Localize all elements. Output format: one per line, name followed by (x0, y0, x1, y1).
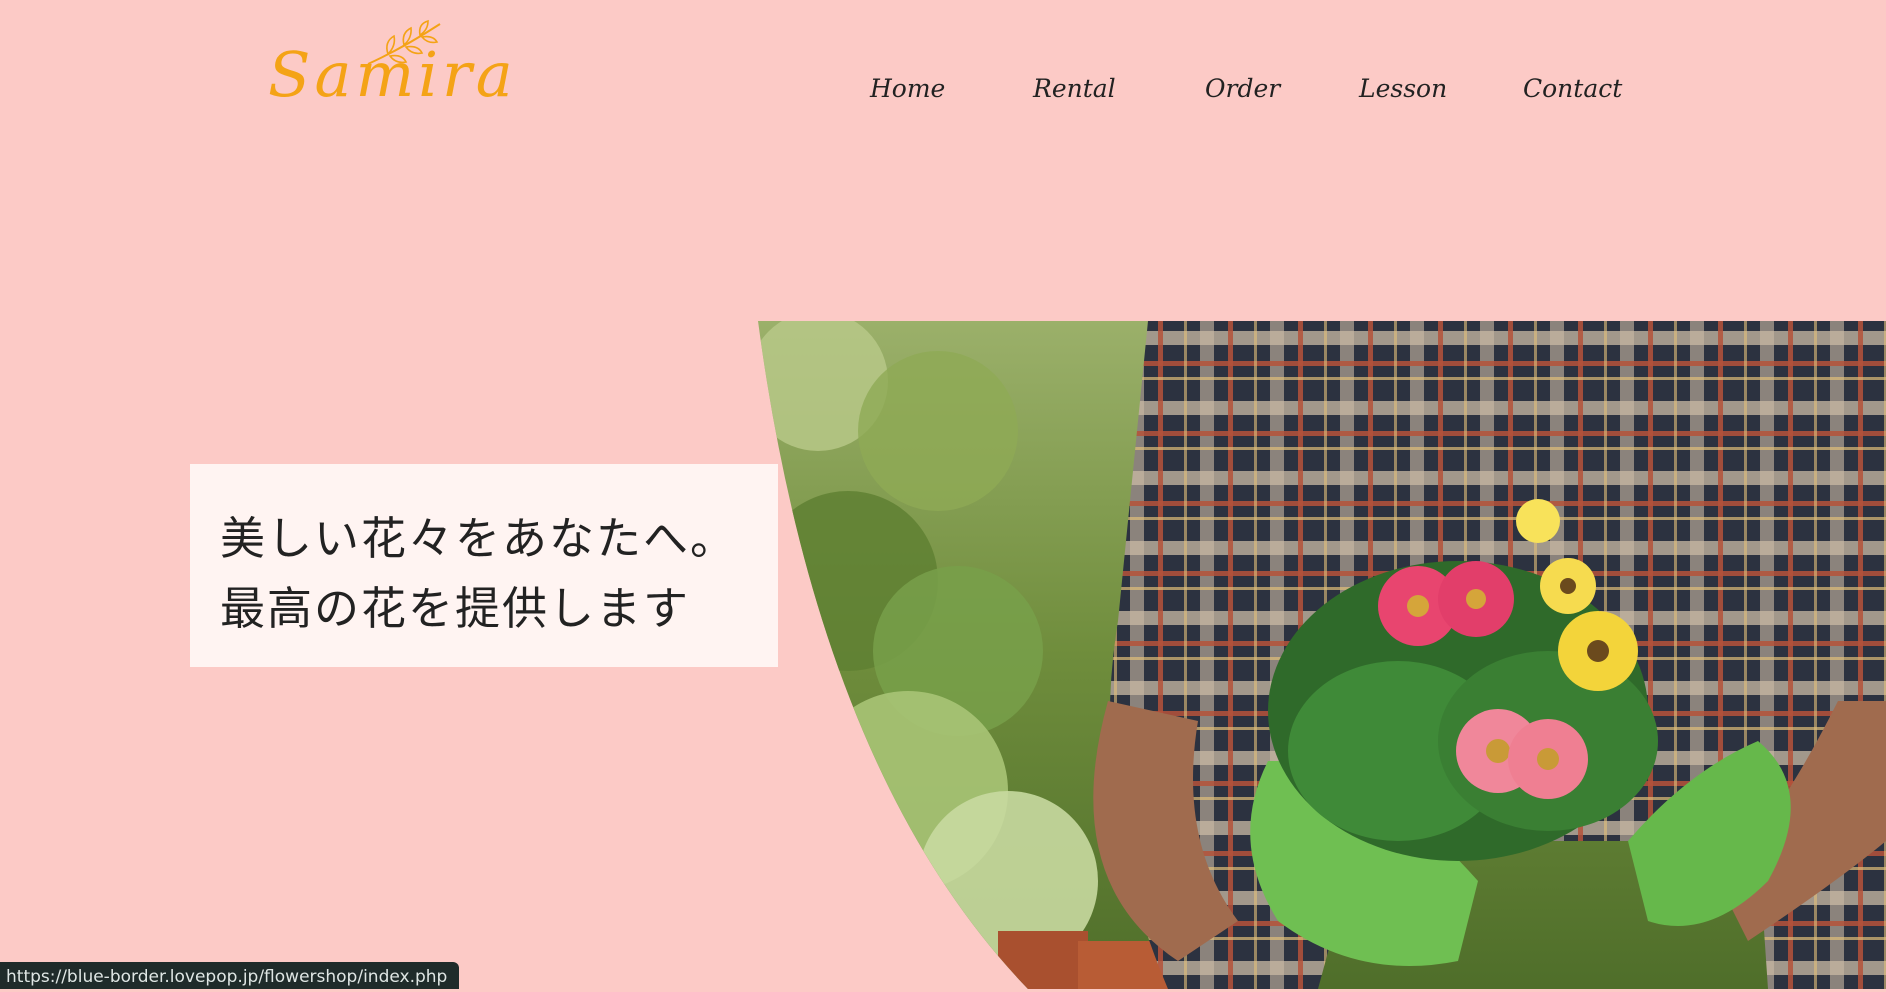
nav-rental[interactable]: Rental (1033, 74, 1116, 103)
nav-lesson[interactable]: Lesson (1359, 74, 1447, 103)
tagline-line-1: 美しい花々をあなたへ。 (220, 512, 738, 565)
nav-contact[interactable]: Contact (1523, 74, 1622, 103)
hero-image (758, 321, 1886, 989)
gardener-flowers-image (758, 321, 1886, 989)
nav-order[interactable]: Order (1205, 74, 1280, 103)
status-bar-url: https://blue-border.lovepop.jp/flowersho… (0, 962, 460, 989)
nav-home[interactable]: Home (870, 74, 945, 103)
hero-tagline-box: 美しい花々をあなたへ。 最高の花を提供します (190, 464, 778, 667)
main-nav: Home Rental Order Lesson Contact (0, 74, 1886, 114)
tagline-line-2: 最高の花を提供します (220, 582, 691, 635)
